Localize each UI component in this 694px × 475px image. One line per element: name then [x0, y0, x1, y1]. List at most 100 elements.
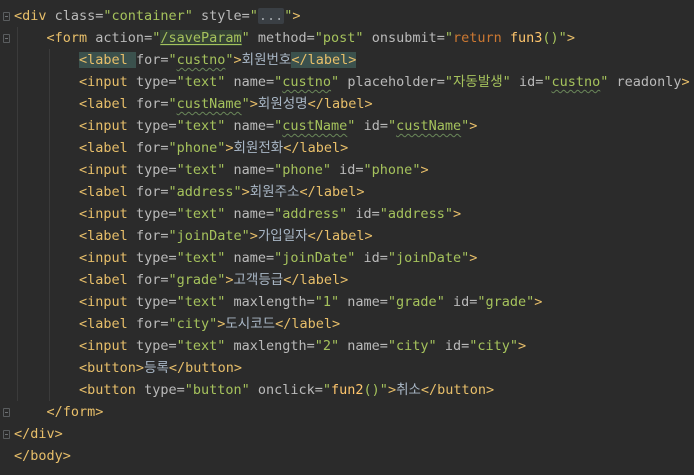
text-token: 도시코드	[225, 316, 276, 332]
attribute-token: ...	[47, 470, 71, 475]
code-line[interactable]: <label for="joinDate">가입일자</label>	[14, 225, 373, 247]
attribute-token: id=	[452, 294, 478, 310]
text-token: 회원성명	[257, 96, 308, 112]
value-token: "1"	[314, 294, 348, 310]
code-line[interactable]: <input type="text" name="custName" id="c…	[14, 115, 477, 137]
tag-token-highlighted: <label	[79, 52, 136, 68]
code-line[interactable]: </div>	[14, 423, 63, 445]
value-token: "city"	[168, 316, 218, 332]
code-line[interactable]: <input type="text" name="address" id="ad…	[14, 203, 461, 225]
code-line[interactable]: <label for="custName">회원성명</label>	[14, 93, 373, 115]
tag-token: >	[233, 52, 242, 68]
code-line[interactable]: <label for="address">회원주소</label>	[14, 181, 364, 203]
tag-token: <label	[79, 184, 136, 200]
fold-toggle-icon[interactable]	[3, 12, 10, 21]
value-token: "joinDate"	[168, 228, 250, 244]
text-token: 고객등급	[233, 272, 284, 288]
attribute-token: name=	[233, 250, 275, 266]
value-token: "	[331, 74, 348, 90]
value-token: "address"	[379, 206, 453, 222]
attribute-token: id=	[363, 250, 388, 266]
code-line[interactable]: </body>	[14, 445, 71, 467]
tag-token: </button>	[420, 382, 495, 398]
text-token: 회원번호	[241, 52, 292, 68]
tag-token: <input	[79, 250, 136, 266]
tag-token: >	[387, 382, 397, 398]
value-token: "grade"	[168, 272, 226, 288]
tag-token: </div>	[14, 426, 63, 442]
tag-token: <label	[79, 228, 136, 244]
value-token: "text"	[176, 294, 234, 310]
tag-token: >	[452, 206, 462, 222]
tag-token: </body>	[14, 448, 71, 464]
code-line[interactable]: <button type="button" onclick="fun2()">취…	[14, 379, 494, 401]
attribute-token: for=	[135, 316, 169, 332]
tag-token: <input	[79, 162, 136, 178]
code-line[interactable]: <button>등록</button>	[14, 357, 242, 379]
code-line[interactable]: ...	[14, 467, 71, 475]
fold-toggle-icon[interactable]	[3, 34, 10, 43]
tag-token: >	[225, 272, 234, 288]
value-token: "	[387, 118, 397, 134]
code-line[interactable]: <input type="text" name="phone" id="phon…	[14, 159, 429, 181]
value-token: "grade"	[477, 294, 535, 310]
code-line[interactable]: </form>	[14, 401, 104, 423]
code-line[interactable]: <label for="grade">고객등급</label>	[14, 269, 348, 291]
code-line[interactable]: <div class="container" style="...">	[14, 5, 301, 27]
value-token: "address"	[168, 184, 242, 200]
code-line[interactable]: <input type="text" name="custno" placeho…	[14, 71, 690, 93]
attribute-token: name=	[347, 338, 388, 354]
code-line[interactable]: <label for="city">도시코드</label>	[14, 313, 340, 335]
value-token: custName	[176, 96, 242, 112]
attribute-token: onclick=	[257, 382, 323, 398]
value-token: "phone"	[274, 162, 340, 178]
fold-toggle-icon[interactable]	[3, 408, 10, 417]
value-token: custName	[282, 118, 348, 134]
attribute-token: action=	[95, 30, 153, 46]
code-line[interactable]: <form action="/saveParam" method="post" …	[14, 27, 575, 49]
value-token: "	[168, 52, 177, 68]
value-token: "city"	[469, 338, 518, 354]
attribute-token: name=	[233, 74, 275, 90]
attribute-token: type=	[135, 206, 177, 222]
code-line[interactable]: <label for="custno">회원번호</label>	[14, 49, 357, 71]
attribute-token: onsubmit=	[371, 30, 445, 46]
code-editor[interactable]: <div class="container" style="..."> <for…	[0, 0, 694, 475]
code-line[interactable]: <input type="text" name="joinDate" id="j…	[14, 247, 477, 269]
code-line[interactable]: <label for="phone">회원전화</label>	[14, 137, 348, 159]
url-token: /saveParam	[160, 30, 242, 46]
value-token: "post"	[314, 30, 372, 46]
tag-token: </label>	[283, 272, 349, 288]
tag-token: </label>	[307, 228, 373, 244]
tag-token: <label	[79, 316, 136, 332]
tag-token: >	[518, 338, 527, 354]
attribute-token: for=	[135, 140, 169, 156]
attribute-token: maxlength=	[233, 338, 315, 354]
attribute-token: id=	[444, 338, 470, 354]
text-token: 등록	[144, 360, 169, 376]
text-token: 회원주소	[249, 184, 300, 200]
attribute-token: placeholder=	[347, 74, 445, 90]
attribute-token: type=	[135, 338, 177, 354]
tag-token: >	[249, 96, 258, 112]
attribute-token: name=	[233, 206, 275, 222]
attribute-token: id=	[363, 118, 388, 134]
code-line[interactable]: <input type="text" maxlength="2" name="c…	[14, 335, 526, 357]
attribute-token: type=	[135, 162, 177, 178]
tag-token: >	[681, 74, 690, 90]
fold-toggle-icon[interactable]	[3, 430, 10, 439]
attribute-token: id=	[518, 74, 544, 90]
tag-token: >	[420, 162, 429, 178]
tag-token: >	[469, 118, 478, 134]
attribute-token: name=	[233, 162, 275, 178]
code-line[interactable]: <input type="text" maxlength="1" name="g…	[14, 291, 542, 313]
value-token: "2"	[314, 338, 348, 354]
attribute-token: type=	[135, 118, 177, 134]
